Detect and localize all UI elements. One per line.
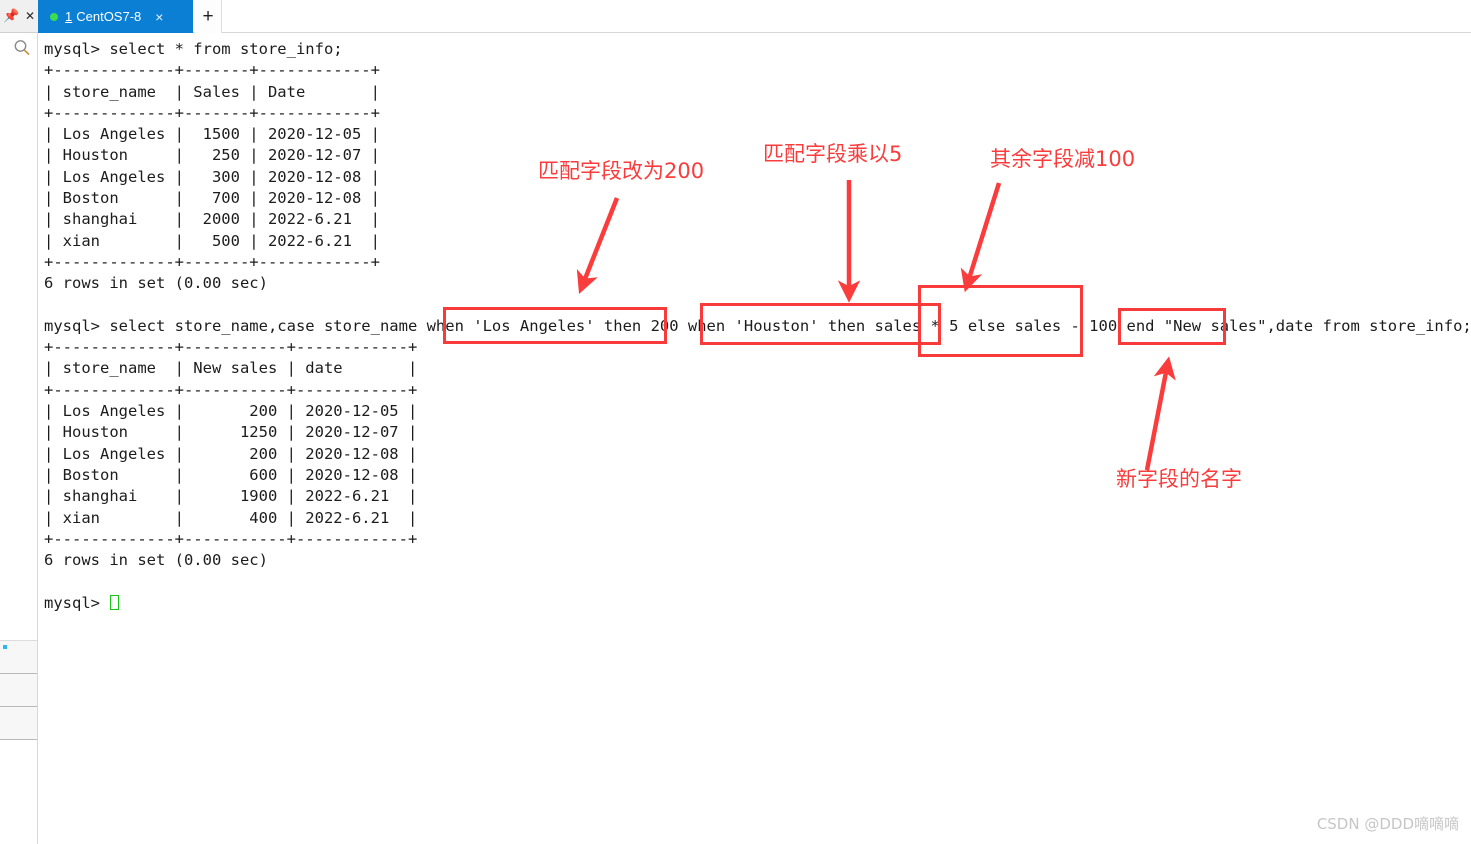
rail-bottom-panel: [0, 640, 37, 740]
terminal-line: | Houston | 250 | 2020-12-07 |: [44, 146, 380, 165]
terminal-line: | xian | 400 | 2022-6.21 |: [44, 508, 418, 527]
left-sidebar-rail: 📌 ✕: [0, 0, 38, 844]
search-icon[interactable]: [12, 38, 32, 58]
terminal-line: | shanghai | 2000 | 2022-6.21 |: [44, 210, 380, 229]
pin-icon[interactable]: 📌: [3, 10, 19, 23]
new-tab-button[interactable]: +: [195, 0, 222, 33]
tab-centos7-8[interactable]: 1 CentOS7-8 ×: [38, 0, 193, 33]
terminal-line: | shanghai | 1900 | 2022-6.21 |: [44, 487, 418, 506]
terminal-line: | xian | 500 | 2022-6.21 |: [44, 231, 380, 250]
terminal-line: | store_name | New sales | date |: [44, 359, 418, 378]
terminal-line: 6 rows in set (0.00 sec): [44, 274, 268, 293]
tab-title-label: CentOS7-8: [76, 9, 142, 24]
terminal-line: | Boston | 600 | 2020-12-08 |: [44, 465, 418, 484]
terminal-output-area[interactable]: mysql> select * from store_info; +-------…: [38, 33, 1471, 844]
terminal-line: 6 rows in set (0.00 sec): [44, 551, 268, 570]
terminal-text: mysql> select * from store_info; +-------…: [44, 39, 1471, 614]
rail-panel-row[interactable]: [0, 641, 37, 674]
terminal-line: mysql> select * from store_info;: [44, 40, 343, 58]
terminal-line: | Houston | 1250 | 2020-12-07 |: [44, 423, 418, 442]
rail-panel-row[interactable]: [0, 674, 37, 707]
close-icon[interactable]: ✕: [25, 10, 35, 22]
app-window: 📌 ✕ 1 CentOS7-8 × + mysql> select * from…: [0, 0, 1471, 844]
terminal-line: | Boston | 700 | 2020-12-08 |: [44, 189, 380, 208]
terminal-line: | Los Angeles | 200 | 2020-12-05 |: [44, 402, 418, 421]
tab-close-icon[interactable]: ×: [155, 10, 163, 24]
terminal-line: | store_name | Sales | Date |: [44, 82, 380, 101]
terminal-line: +-------------+-------+------------+: [44, 103, 380, 122]
terminal-line: +-------------+-------+------------+: [44, 252, 380, 271]
terminal-line: +-------------+-------+------------+: [44, 61, 380, 80]
terminal-line: mysql>: [44, 593, 1471, 614]
rail-panel-row[interactable]: [0, 707, 37, 740]
terminal-line: +-------------+-----------+------------+: [44, 529, 418, 548]
terminal-line: +-------------+-----------+------------+: [44, 380, 418, 399]
terminal-cursor: [110, 594, 120, 610]
terminal-line: | Los Angeles | 200 | 2020-12-08 |: [44, 444, 418, 463]
tab-status-dot: [50, 12, 58, 21]
terminal-line: +-------------+-----------+------------+: [44, 338, 418, 357]
tab-index-label: 1: [65, 9, 73, 24]
rail-status-dot: [3, 645, 7, 649]
rail-header: 📌 ✕: [0, 0, 38, 33]
tab-bar: 1 CentOS7-8 × +: [38, 0, 1471, 33]
terminal-line: | Los Angeles | 1500 | 2020-12-05 |: [44, 125, 380, 144]
terminal-line: mysql> select store_name,case store_name…: [44, 316, 1471, 335]
terminal-line: | Los Angeles | 300 | 2020-12-08 |: [44, 167, 380, 186]
